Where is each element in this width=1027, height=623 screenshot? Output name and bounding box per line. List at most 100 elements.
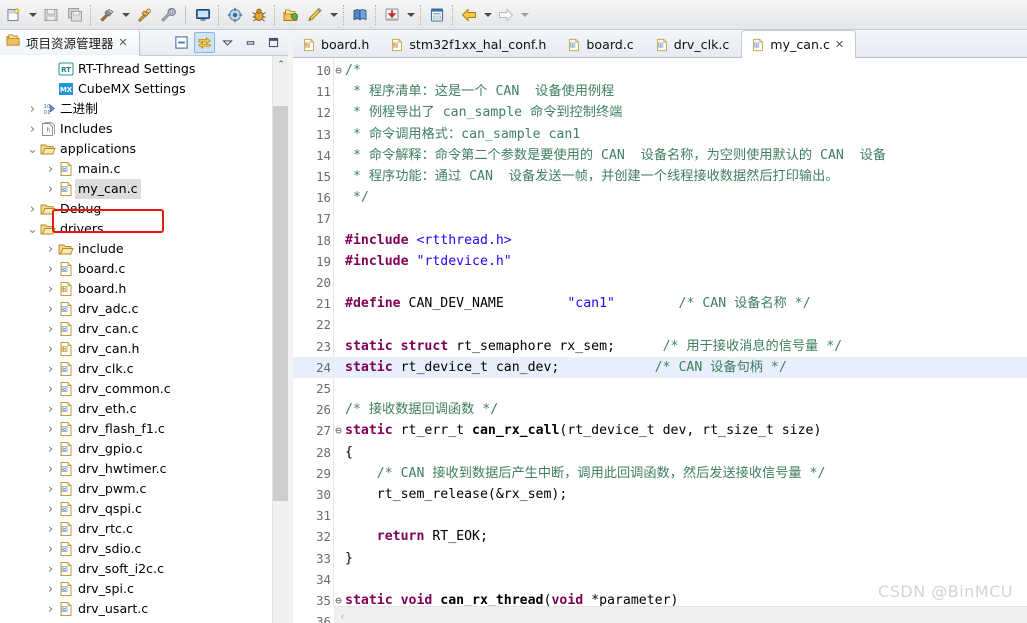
- code-line[interactable]: 20: [293, 272, 1027, 293]
- fold-toggle-icon[interactable]: ⊖: [333, 60, 344, 81]
- editor-horizontal-scrollbar[interactable]: ‹: [334, 606, 1027, 623]
- code-line[interactable]: 31: [293, 505, 1027, 526]
- open-package-icon[interactable]: [279, 3, 303, 27]
- chevron-right-icon[interactable]: ›: [44, 239, 57, 259]
- chevron-right-icon[interactable]: ›: [44, 579, 57, 599]
- tree-item-selected[interactable]: › c my_can.c: [0, 179, 272, 199]
- tree-item[interactable]: MX CubeMX Settings: [0, 79, 272, 99]
- chevron-down-icon[interactable]: [119, 4, 132, 26]
- tree-item[interactable]: › c drv_sdio.c: [0, 539, 272, 559]
- forward-arrow-icon[interactable]: [494, 3, 518, 27]
- code-line[interactable]: 13 * 命令调用格式：can_sample can1: [293, 124, 1027, 145]
- editor-tab-board-h[interactable]: h board.h: [293, 31, 381, 57]
- tree-item[interactable]: › c drv_eth.c: [0, 399, 272, 419]
- chevron-down-icon[interactable]: [327, 4, 340, 26]
- chevron-right-icon[interactable]: ›: [44, 499, 57, 519]
- chevron-right-icon[interactable]: ›: [44, 539, 57, 559]
- tree-item[interactable]: › c drv_can.c: [0, 319, 272, 339]
- tree-item[interactable]: › include: [0, 239, 272, 259]
- clean-icon[interactable]: [132, 3, 156, 27]
- tab-project-explorer[interactable]: 项目资源管理器 ✕: [0, 30, 140, 56]
- tree-item[interactable]: › c drv_usart.c: [0, 599, 272, 619]
- close-icon[interactable]: ✕: [119, 36, 128, 49]
- download-icon[interactable]: [380, 3, 404, 27]
- project-tree[interactable]: RT RT-Thread Settings MX CubeMX Settings › 10…: [0, 56, 272, 623]
- scroll-left-icon[interactable]: ‹: [334, 607, 351, 623]
- tree-item[interactable]: › c drv_hwtimer.c: [0, 459, 272, 479]
- code-line[interactable]: 29 /* CAN 接收到数据后产生中断，调用此回调函数，然后发送接收信号量 *…: [293, 463, 1027, 484]
- editor-tab-board-c[interactable]: c board.c: [558, 31, 645, 57]
- scrollbar-thumb[interactable]: [273, 106, 289, 501]
- code-line[interactable]: 10 ⊖/*: [293, 60, 1027, 81]
- collapse-all-button[interactable]: [171, 32, 192, 53]
- book-icon[interactable]: [348, 3, 372, 27]
- tree-item[interactable]: › h drv_can.h: [0, 339, 272, 359]
- code-line[interactable]: 21 #define CAN_DEV_NAME "can1" /* CAN 设备名…: [293, 293, 1027, 314]
- tree-item[interactable]: › c drv_spi.c: [0, 579, 272, 599]
- code-line[interactable]: 24 static rt_device_t can_dev; /* CAN 设备句…: [293, 356, 1027, 378]
- code-line[interactable]: 25: [293, 378, 1027, 399]
- chevron-right-icon[interactable]: ›: [44, 599, 57, 619]
- chevron-right-icon[interactable]: ›: [44, 159, 57, 179]
- code-line[interactable]: 18 #include <rtthread.h>: [293, 230, 1027, 251]
- tree-item[interactable]: › c drv_pwm.c: [0, 479, 272, 499]
- tree-item[interactable]: › 10 01 二进制: [0, 99, 272, 119]
- code-line[interactable]: 30 rt_sem_release(&rx_sem);: [293, 484, 1027, 505]
- terminal-icon[interactable]: [425, 3, 449, 27]
- link-with-editor-button[interactable]: [194, 32, 215, 53]
- tree-item[interactable]: ⌄ drivers: [0, 219, 272, 239]
- build-hammer-icon[interactable]: [95, 3, 119, 27]
- tree-item[interactable]: › c drv_common.c: [0, 379, 272, 399]
- chevron-down-icon[interactable]: [404, 4, 417, 26]
- chevron-down-icon[interactable]: [481, 4, 494, 26]
- chevron-down-icon[interactable]: [518, 4, 531, 26]
- wrench-icon[interactable]: [156, 3, 180, 27]
- chevron-right-icon[interactable]: ›: [44, 339, 57, 359]
- chevron-right-icon[interactable]: ›: [44, 319, 57, 339]
- chevron-right-icon[interactable]: ›: [26, 119, 39, 139]
- chevron-down-icon[interactable]: ⌄: [26, 139, 39, 159]
- chevron-right-icon[interactable]: ›: [44, 279, 57, 299]
- tree-item[interactable]: › c drv_qspi.c: [0, 499, 272, 519]
- save-icon[interactable]: [39, 3, 63, 27]
- tree-item[interactable]: › Debug: [0, 199, 272, 219]
- tree-item[interactable]: › c drv_soft_i2c.c: [0, 559, 272, 579]
- new-file-icon[interactable]: [2, 3, 26, 27]
- tree-item[interactable]: › c drv_gpio.c: [0, 439, 272, 459]
- chevron-down-icon[interactable]: [26, 4, 39, 26]
- tree-item[interactable]: › c board.c: [0, 259, 272, 279]
- chevron-down-icon[interactable]: ⌄: [26, 219, 39, 239]
- chevron-right-icon[interactable]: ›: [44, 479, 57, 499]
- tree-item[interactable]: ⌄ applications: [0, 139, 272, 159]
- chevron-right-icon[interactable]: ›: [44, 519, 57, 539]
- chevron-right-icon[interactable]: ›: [44, 179, 57, 199]
- editor-tab-stm32f1xx-hal-conf-h[interactable]: h stm32f1xx_hal_conf.h: [381, 31, 558, 57]
- tree-item[interactable]: › c drv_rtc.c: [0, 519, 272, 539]
- chevron-right-icon[interactable]: ›: [44, 439, 57, 459]
- tree-item[interactable]: › h Includes: [0, 119, 272, 139]
- chevron-right-icon[interactable]: ›: [44, 299, 57, 319]
- chevron-right-icon[interactable]: ›: [44, 419, 57, 439]
- tree-item[interactable]: › c drv_adc.c: [0, 299, 272, 319]
- pencil-icon[interactable]: [303, 3, 327, 27]
- debug-bug-icon[interactable]: [247, 3, 271, 27]
- view-menu-button[interactable]: [217, 32, 238, 53]
- tree-item[interactable]: › c main.c: [0, 159, 272, 179]
- chevron-right-icon[interactable]: ›: [44, 459, 57, 479]
- run-external-tools-icon[interactable]: [223, 3, 247, 27]
- code-line[interactable]: 16 */: [293, 187, 1027, 208]
- code-line[interactable]: 11 * 程序清单：这是一个 CAN 设备使用例程: [293, 81, 1027, 102]
- code-line[interactable]: 26 /* 接收数据回调函数 */: [293, 399, 1027, 420]
- chevron-right-icon[interactable]: ›: [44, 399, 57, 419]
- code-line[interactable]: 28 {: [293, 442, 1027, 463]
- code-line[interactable]: 15 * 程序功能：通过 CAN 设备发送一帧，并创建一个线程接收数据然后打印输…: [293, 166, 1027, 187]
- console-icon[interactable]: [191, 3, 215, 27]
- fold-toggle-icon[interactable]: ⊖: [333, 420, 344, 441]
- code-line[interactable]: 32 return RT_EOK;: [293, 526, 1027, 547]
- code-line[interactable]: 14 * 命令解释：命令第二个参数是要使用的 CAN 设备名称，为空则使用默认的…: [293, 145, 1027, 166]
- tree-item[interactable]: RT RT-Thread Settings: [0, 59, 272, 79]
- maximize-view-button[interactable]: [263, 32, 284, 53]
- code-line[interactable]: 12 * 例程导出了 can_sample 命令到控制终端: [293, 102, 1027, 123]
- chevron-right-icon[interactable]: ›: [44, 259, 57, 279]
- source-code-view[interactable]: 10 ⊖/* 11 * 程序清单：这是一个 CAN 设备使用例程 12 * 例程导出了…: [293, 58, 1027, 623]
